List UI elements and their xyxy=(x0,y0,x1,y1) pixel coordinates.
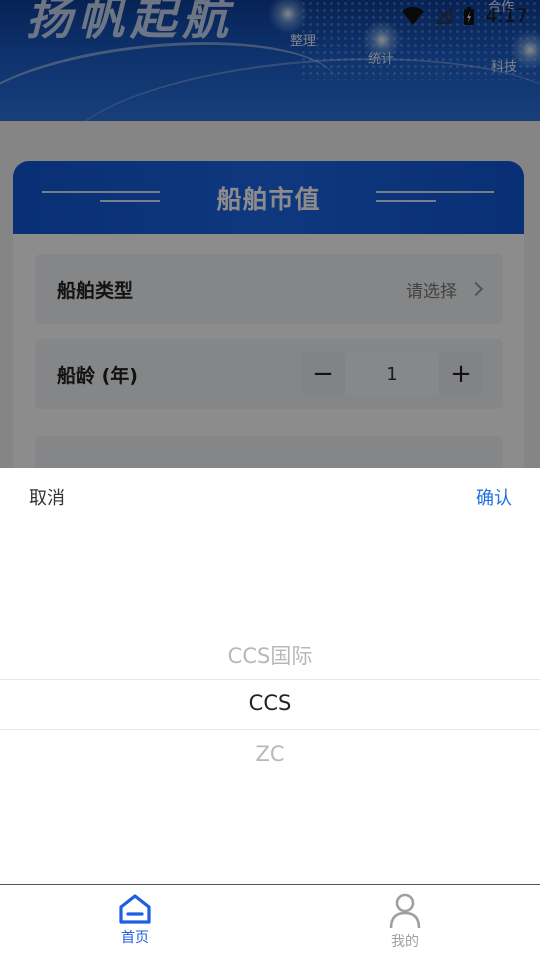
tab-mine-label: 我的 xyxy=(391,934,419,950)
home-icon xyxy=(119,894,151,924)
picker-selection-line xyxy=(0,679,540,680)
picker-option-selected[interactable]: CCS xyxy=(0,691,540,715)
tab-home-label: 首页 xyxy=(121,930,149,946)
cancel-button[interactable]: 取消 xyxy=(29,484,65,510)
tab-mine[interactable]: 我的 xyxy=(270,885,540,960)
picker-selection-line xyxy=(0,729,540,730)
user-icon xyxy=(389,893,421,929)
confirm-button[interactable]: 确认 xyxy=(476,484,512,510)
app-root: 扬帆起航 整理 统计 科技 合作 4:17 船舶市值 船舶类型 请选择 船龄 (… xyxy=(0,0,540,960)
picker-option[interactable]: CCS国际 xyxy=(0,640,540,670)
picker-option[interactable]: ZC xyxy=(0,742,540,766)
tab-home[interactable]: 首页 xyxy=(0,885,270,960)
bottom-tab-bar: 首页 我的 xyxy=(0,884,540,960)
